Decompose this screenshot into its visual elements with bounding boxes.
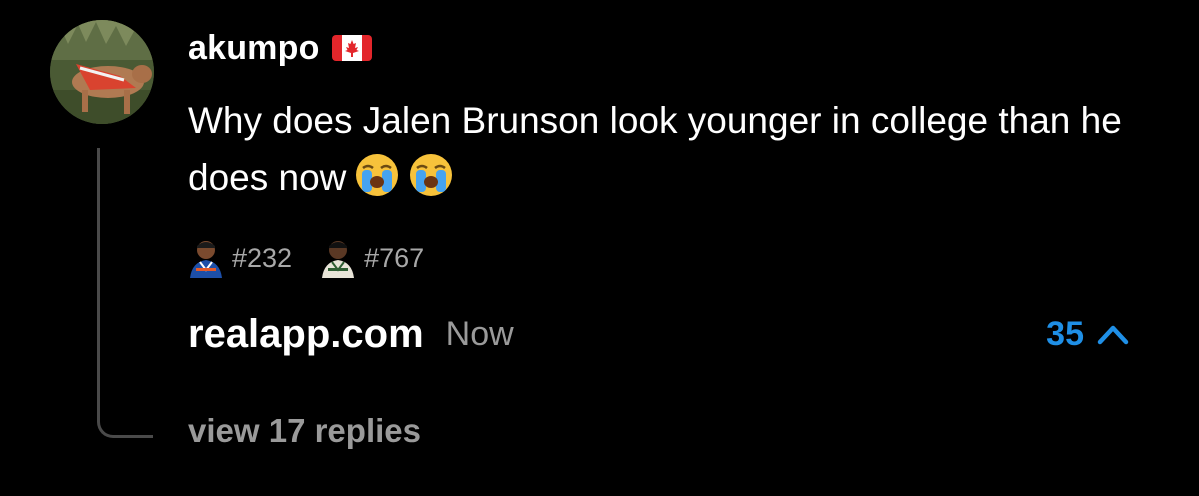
tagged-player-2[interactable]: #767 <box>320 238 424 278</box>
vote-count: 35 <box>1046 314 1084 353</box>
thread-line <box>97 148 153 438</box>
canada-flag-icon <box>331 35 372 61</box>
player-avatar-icon <box>190 241 222 278</box>
loudly-crying-face-emoji-icon <box>408 152 454 198</box>
timestamp: Now <box>445 314 514 353</box>
username[interactable]: akumpo <box>188 29 320 68</box>
tagged-players: #232 #767 <box>188 236 424 280</box>
user-row: akumpo <box>188 26 372 70</box>
comment-body: Why does Jalen Brunson look younger in c… <box>188 100 1122 198</box>
tag-label: #767 <box>364 242 425 273</box>
comment-footer: realapp.com Now 35 <box>188 306 1148 362</box>
user-avatar[interactable] <box>50 20 154 124</box>
upvote-button[interactable]: 35 <box>1046 306 1130 362</box>
comment-text: Why does Jalen Brunson look younger in c… <box>188 92 1148 206</box>
tag-label: #232 <box>232 242 293 273</box>
player-avatar-icon <box>322 241 355 278</box>
chevron-up-icon <box>1097 325 1129 345</box>
view-replies-link[interactable]: view 17 replies <box>188 412 421 450</box>
comment-card: akumpo Why does Jalen Brunson look young… <box>0 0 1199 496</box>
source-label[interactable]: realapp.com <box>188 312 424 357</box>
dog-avatar-icon <box>50 20 154 124</box>
tagged-player-1[interactable]: #232 <box>188 238 292 278</box>
loudly-crying-face-emoji-icon <box>354 152 400 198</box>
